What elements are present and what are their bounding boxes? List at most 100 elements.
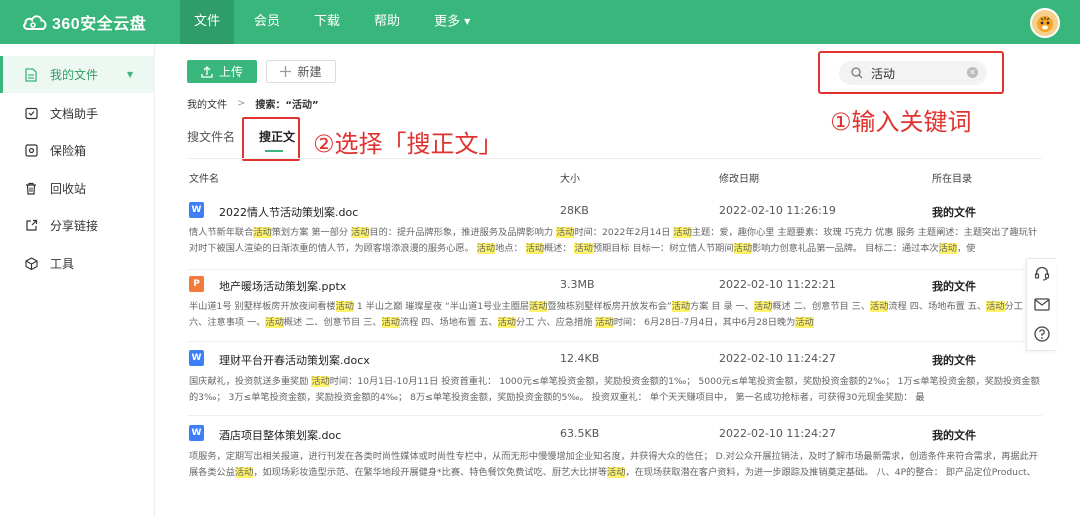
sidebar: 我的文件 ▼ 文档助手 保险箱 回收站 分享链接 工具 [0, 44, 155, 517]
top-bar: 360安全云盘 文件 会员 下载 帮助 更多 ▼ [0, 0, 1080, 44]
caret-down-icon: ▼ [127, 70, 134, 79]
keyword-highlight: 活动 [311, 376, 330, 387]
file-date: 2022-02-10 11:22:21 [719, 278, 836, 291]
plus-icon [280, 66, 292, 77]
sidebar-item-doc-assistant[interactable]: 文档助手 [0, 95, 155, 132]
nav-label: 下载 [314, 14, 341, 29]
row-divider [187, 269, 1042, 270]
sidebar-item-label: 分享链接 [50, 219, 99, 233]
upload-label: 上传 [218, 65, 243, 79]
file-location[interactable]: 我的文件 [932, 427, 976, 443]
safe-icon [24, 144, 38, 158]
file-icon [24, 67, 38, 82]
mail-icon[interactable] [1033, 295, 1051, 313]
file-size: 3.3MB [560, 278, 595, 291]
trash-icon [24, 182, 38, 196]
sidebar-item-label: 回收站 [50, 182, 87, 196]
keyword-highlight: 活动 [673, 227, 692, 238]
annotation-box-search [818, 51, 1004, 94]
word-doc-icon: W [189, 350, 204, 366]
keyword-highlight: 活动 [607, 467, 626, 478]
file-location[interactable]: 我的文件 [932, 352, 976, 368]
sidebar-item-label: 文档助手 [50, 107, 99, 121]
main-content: 上传 新建 ✕ ①输入关键词 我的文件 > 搜索：“活动” 搜文件名 搜正文 ②… [156, 44, 1080, 517]
upload-icon [201, 65, 213, 78]
sidebar-item-share-links[interactable]: 分享链接 [0, 207, 155, 244]
customer-service-icon[interactable] [1033, 265, 1051, 283]
logo[interactable]: 360安全云盘 [22, 10, 146, 34]
sidebar-item-safe[interactable]: 保险箱 [0, 132, 155, 169]
content-snippet: 半山道1号 别墅样板房开放夜间看楼活动 1 半山之巅 璀璨星夜 “半山道1号业主… [189, 301, 1023, 328]
file-size: 12.4KB [560, 352, 600, 365]
sidebar-item-label: 保险箱 [50, 144, 87, 158]
file-location[interactable]: 我的文件 [932, 278, 976, 294]
column-header-name[interactable]: 文件名 [189, 170, 219, 185]
file-name[interactable]: 2022情人节活动策划案.doc [219, 204, 358, 220]
keyword-highlight: 活动 [253, 227, 272, 238]
nav-label: 帮助 [374, 14, 401, 29]
nav-label: 更多 [434, 14, 461, 30]
content-snippet: 情人节新年联合活动策划方案 第一部分 活动目的：提升品牌形象，推进服务及品牌影响… [189, 227, 1038, 254]
content-snippet: 项服务，定期写出相关报道，进行刊发在各类时尚性媒体或时尚性专栏中，从而无形中慢慢… [189, 451, 1038, 478]
tools-cube-icon [24, 257, 38, 271]
content-snippet: 国庆献礼，投资就送多重奖励 活动时间：10月1日-10月11日 投资首重礼： 1… [189, 376, 1040, 403]
doc-assistant-icon [24, 107, 38, 121]
keyword-highlight: 活动 [986, 301, 1005, 312]
new-label: 新建 [297, 65, 322, 79]
nav-vip[interactable]: 会员 [240, 0, 294, 44]
breadcrumb-current: 搜索：“活动” [255, 100, 319, 111]
sidebar-item-my-files[interactable]: 我的文件 ▼ [0, 56, 155, 93]
sidebar-item-label: 工具 [50, 257, 75, 271]
nav-label: 会员 [254, 14, 281, 29]
divider [187, 158, 1042, 159]
tab-search-filename[interactable]: 搜文件名 [187, 128, 235, 145]
file-date: 2022-02-10 11:26:19 [719, 204, 836, 217]
file-size: 63.5KB [560, 427, 600, 440]
avatar[interactable] [1030, 8, 1060, 38]
nav-download[interactable]: 下载 [300, 0, 354, 44]
nav-help[interactable]: 帮助 [360, 0, 414, 44]
help-icon[interactable] [1033, 325, 1051, 343]
new-button[interactable]: 新建 [266, 60, 336, 83]
annotation-step2: ②选择「搜正文」 [313, 130, 503, 158]
keyword-highlight: 活动 [497, 317, 516, 328]
caret-down-icon: ▼ [464, 17, 471, 26]
keyword-highlight: 活动 [671, 301, 691, 312]
nav-more[interactable]: 更多 ▼ [420, 0, 484, 44]
keyword-highlight: 活动 [335, 301, 354, 312]
share-icon [24, 219, 38, 233]
sidebar-item-recycle-bin[interactable]: 回收站 [0, 170, 155, 207]
row-divider [187, 415, 1042, 416]
file-date: 2022-02-10 11:24:27 [719, 352, 836, 365]
keyword-highlight: 活动 [265, 317, 284, 328]
annotation-step1: ①输入关键词 [830, 108, 972, 136]
keyword-highlight: 活动 [753, 301, 773, 312]
keyword-highlight: 活动 [556, 227, 575, 238]
column-header-location[interactable]: 所在目录 [932, 170, 972, 185]
keyword-highlight: 活动 [234, 467, 254, 478]
file-size: 28KB [560, 204, 589, 217]
column-header-size[interactable]: 大小 [560, 170, 580, 185]
keyword-highlight: 活动 [870, 301, 889, 312]
word-doc-icon: W [189, 425, 204, 441]
breadcrumb-root[interactable]: 我的文件 [187, 96, 227, 111]
file-name[interactable]: 地产暖场活动策划案.pptx [219, 278, 346, 294]
upload-button[interactable]: 上传 [187, 60, 257, 83]
nav-files[interactable]: 文件 [180, 0, 235, 44]
keyword-highlight: 活动 [476, 243, 496, 254]
keyword-highlight: 活动 [529, 301, 548, 312]
keyword-highlight: 活动 [525, 243, 544, 254]
logo-text: 360安全云盘 [52, 16, 147, 33]
keyword-highlight: 活动 [595, 317, 614, 328]
breadcrumb: 我的文件 > 搜索：“活动” [187, 96, 319, 111]
file-name[interactable]: 理财平台开春活动策划案.docx [219, 352, 370, 368]
breadcrumb-separator: > [237, 98, 246, 109]
column-header-date[interactable]: 修改日期 [719, 170, 759, 185]
keyword-highlight: 活动 [938, 243, 957, 254]
sidebar-item-tools[interactable]: 工具 [0, 245, 155, 282]
sidebar-item-label: 我的文件 [50, 68, 99, 82]
nav-label: 文件 [194, 14, 221, 29]
file-location[interactable]: 我的文件 [932, 204, 976, 220]
file-name[interactable]: 酒店项目整体策划案.doc [219, 427, 341, 443]
word-doc-icon: W [189, 202, 204, 218]
